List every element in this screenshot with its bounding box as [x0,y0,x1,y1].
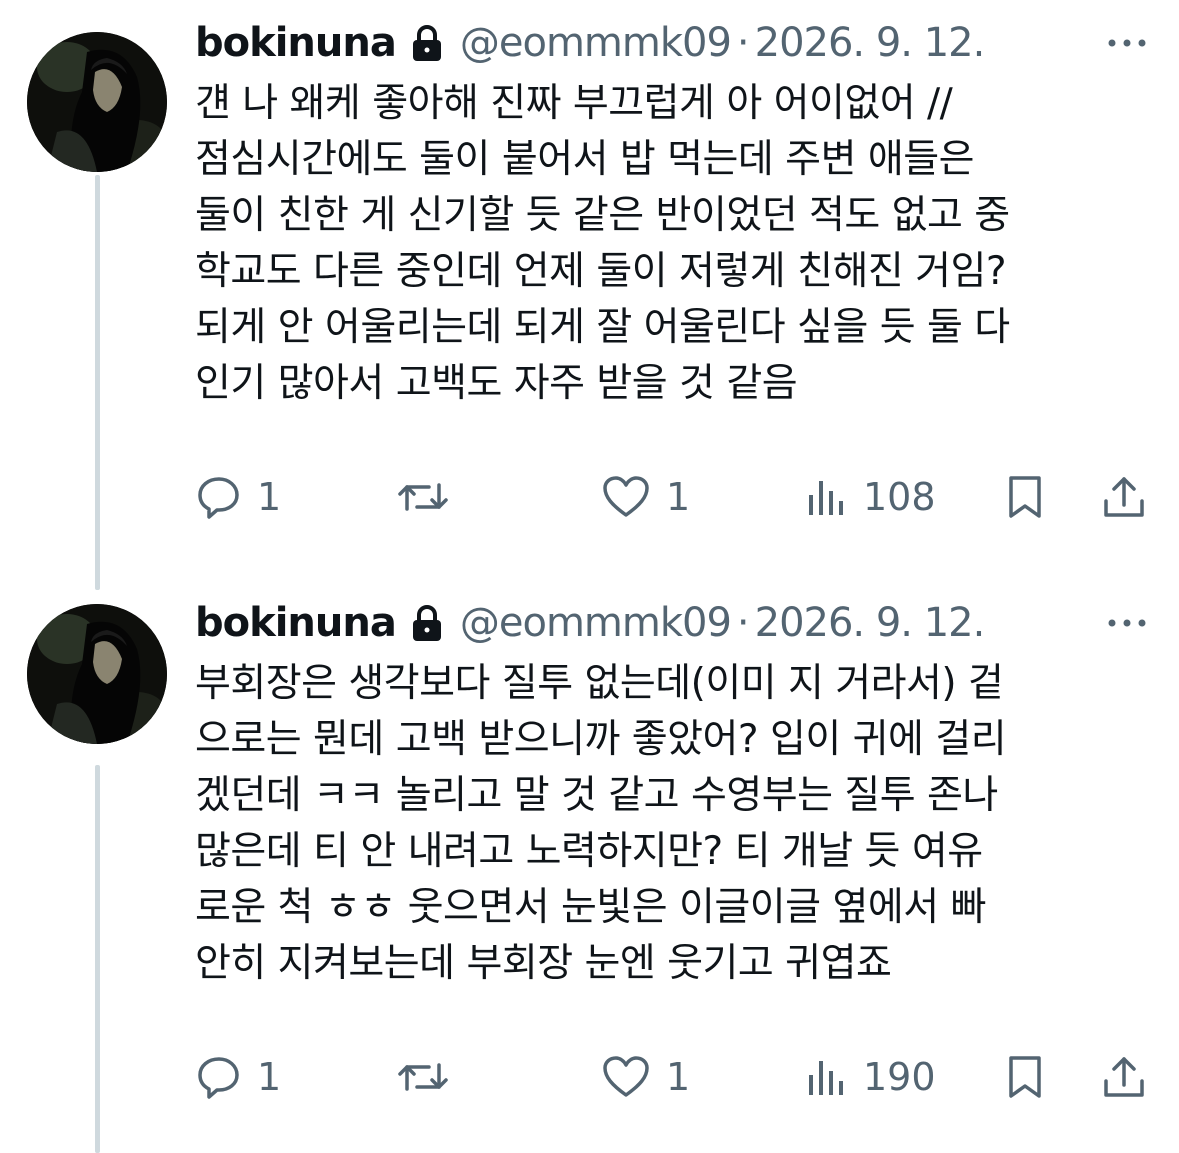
avatar[interactable] [27,604,167,744]
handle[interactable]: @eommmk09 [460,20,732,66]
views-icon [809,481,843,515]
tweet-actions: 1 1 108 [195,467,1155,527]
bookmark-button[interactable] [1003,467,1047,527]
tweet-header: bokinuna @eommmk09 · 2026. 9. 12. [195,598,1160,648]
views-button[interactable]: 108 [805,467,936,527]
like-count: 1 [666,475,691,519]
retweet-icon [398,1063,448,1091]
view-count: 108 [863,475,936,519]
reply-button[interactable]: 1 [195,467,281,527]
more-icon[interactable] [1100,608,1154,638]
share-button[interactable] [1100,467,1148,527]
handle[interactable]: @eommmk09 [460,600,732,646]
views-button[interactable]: 190 [805,1047,936,1107]
reply-icon [198,1057,239,1099]
views-icon [809,1061,843,1095]
reply-button[interactable]: 1 [195,1047,281,1107]
tweet-text: 걘 나 왜케 좋아해 진짜 부끄럽게 아 어이없어 // 점심시간에도 둘이 붙… [195,81,1010,406]
thread-connector-line [95,765,100,1153]
tweet-header: bokinuna @eommmk09 · 2026. 9. 12. [195,18,1160,68]
reply-icon [198,477,239,519]
share-icon [1104,1057,1144,1097]
retweet-button[interactable] [395,467,451,527]
tweet-actions: 1 1 190 [195,1047,1155,1107]
share-button[interactable] [1100,1047,1148,1107]
view-count: 190 [863,1055,936,1099]
more-icon[interactable] [1100,28,1154,58]
tweet-text: 부회장은 생각보다 질투 없는데(이미 지 거라서) 겉 으로는 뭔데 고백 받… [195,661,1007,986]
timestamp[interactable]: 2026. 9. 12. [755,600,986,646]
like-button[interactable]: 1 [600,467,690,527]
separator-dot: · [736,20,750,66]
like-count: 1 [666,1055,691,1099]
timestamp[interactable]: 2026. 9. 12. [755,20,986,66]
like-icon [603,476,649,517]
share-icon [1104,477,1144,517]
bookmark-icon [1009,476,1041,518]
separator-dot: · [736,600,750,646]
avatar[interactable] [27,32,167,172]
like-icon [603,1056,649,1097]
display-name[interactable]: bokinuna [195,600,397,646]
lock-icon [410,23,444,63]
like-button[interactable]: 1 [600,1047,690,1107]
retweet-button[interactable] [395,1047,451,1107]
display-name[interactable]: bokinuna [195,20,397,66]
lock-icon [410,603,444,643]
reply-count: 1 [257,475,282,519]
bookmark-button[interactable] [1003,1047,1047,1107]
thread-connector-line [95,175,100,590]
reply-count: 1 [257,1055,282,1099]
bookmark-icon [1009,1056,1041,1098]
retweet-icon [398,483,448,511]
